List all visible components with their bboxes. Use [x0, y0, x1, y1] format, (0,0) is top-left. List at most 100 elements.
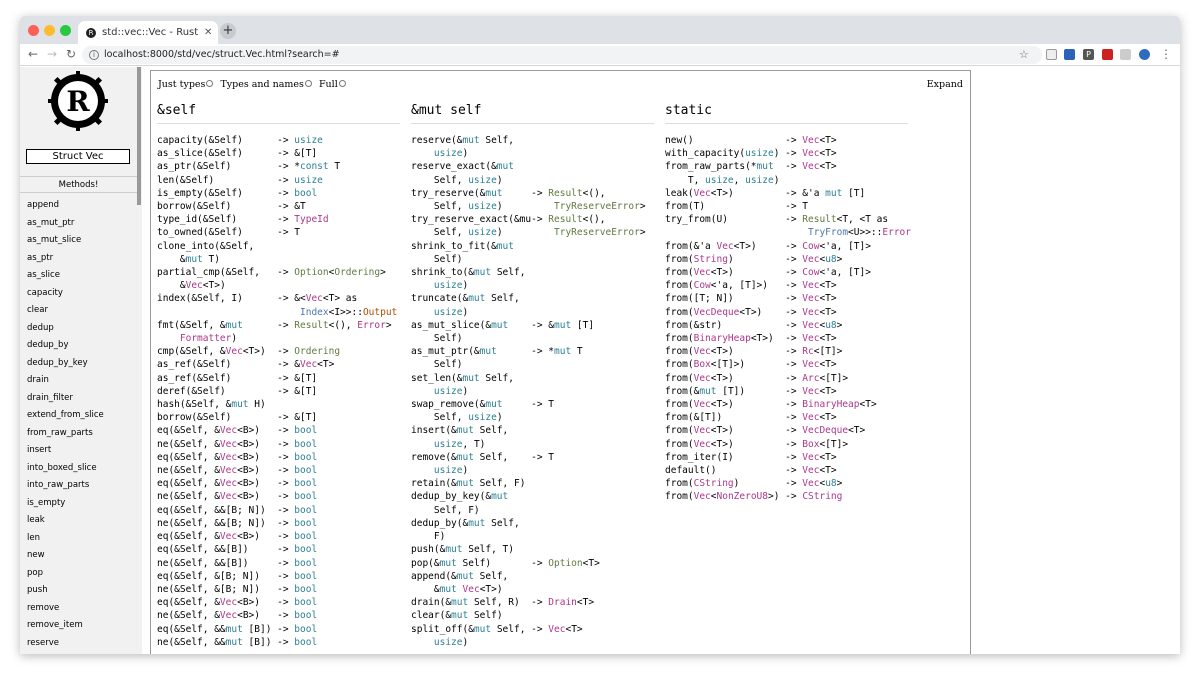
methods-heading[interactable]: Methods!	[20, 176, 137, 193]
sidebar-method-drain-filter[interactable]: drain_filter	[27, 391, 104, 409]
method-signature-row: from(Cow<'a, [T]>) -> Vec<T>	[665, 280, 837, 292]
browser-toolbar: ← → ↻ i localhost:8000/std/vec/struct.Ve…	[20, 44, 1180, 66]
mut-self-method-rows: reserve(&mut Self, usize) reserve_exact(&…	[411, 134, 654, 649]
method-signature-row: from(Vec<T>) -> BinaryHeap<T>	[665, 399, 877, 411]
forward-icon[interactable]: →	[47, 47, 57, 61]
method-signature-row: to_owned(&Self) -> T	[157, 227, 300, 239]
method-signature-row: Self)	[411, 253, 463, 265]
sidebar-method-as-ptr[interactable]: as_ptr	[27, 251, 104, 269]
sidebar-method-into-boxed-slice[interactable]: into_boxed_slice	[27, 461, 104, 479]
method-signature-row: &Vec<T>)	[157, 280, 226, 292]
method-signature-row: from(Vec<T>) -> VecDeque<T>	[665, 425, 866, 437]
ublock-icon[interactable]	[1102, 49, 1113, 60]
method-signature-row: new() -> Vec<T>	[665, 135, 837, 146]
sidebar-method-drain[interactable]: drain	[27, 373, 104, 391]
sidebar-method-reserve[interactable]: reserve	[27, 636, 104, 654]
method-signature-row: from(Box<[T]>) -> Vec<T>	[665, 359, 837, 371]
expand-link[interactable]: Expand	[927, 79, 963, 90]
sidebar-method-new[interactable]: new	[27, 548, 104, 566]
method-signature-row: type_id(&Self) -> TypeId	[157, 214, 329, 226]
filter-full-radio[interactable]	[338, 80, 346, 87]
methods-list: append as_mut_ptr as_mut_slice as_ptr as_sli…	[27, 198, 104, 653]
method-signature-row: is_empty(&Self) -> bool	[157, 187, 318, 199]
new-tab-button[interactable]: +	[220, 23, 236, 39]
method-signature-row: as_ptr(&Self) -> *const T	[157, 161, 341, 173]
address-bar[interactable]: i localhost:8000/std/vec/struct.Vec.html…	[82, 46, 1042, 64]
sidebar-method-remove[interactable]: remove	[27, 601, 104, 619]
sidebar-method-as-mut-slice[interactable]: as_mut_slice	[27, 233, 104, 251]
sidebar-method-remove-item[interactable]: remove_item	[27, 618, 104, 636]
method-signature-row: hash(&Self, &mut H)	[157, 399, 266, 411]
method-signature-row: from(VecDeque<T>) -> Vec<T>	[665, 306, 837, 318]
site-info-icon[interactable]: i	[89, 50, 99, 60]
sidebar-method-dedup[interactable]: dedup	[27, 321, 104, 339]
method-signature-row: ne(&Self, &Vec<B>) -> bool	[157, 610, 318, 622]
method-signature-row: clear(&mut Self)	[411, 610, 503, 622]
sidebar-method-as-mut-ptr[interactable]: as_mut_ptr	[27, 216, 104, 234]
sidebar-method-into-raw-parts[interactable]: into_raw_parts	[27, 478, 104, 496]
method-signature-row: from(&str) -> Vec<u8>	[665, 319, 843, 331]
sidebar-method-len[interactable]: len	[27, 531, 104, 549]
back-icon[interactable]: ←	[28, 47, 38, 61]
method-signature-row: leak(Vec<T>) -> &'a mut [T]	[665, 187, 866, 199]
sidebar-scrollbar[interactable]	[137, 67, 141, 205]
bookmark-star-icon[interactable]: ☆	[1019, 48, 1029, 61]
filter-just-types-radio[interactable]	[206, 80, 214, 87]
method-signature-row: from(&mut [T]) -> Vec<T>	[665, 385, 837, 397]
sidebar-method-as-slice[interactable]: as_slice	[27, 268, 104, 286]
sidebar-method-dedup-by[interactable]: dedup_by	[27, 338, 104, 356]
svg-text:R: R	[66, 85, 90, 118]
sidebar-method-pop[interactable]: pop	[27, 566, 104, 584]
page-extension-icon[interactable]	[1046, 49, 1057, 60]
tab-strip: R std::vec::Vec - Rust ✕ +	[20, 16, 1180, 44]
method-signature-row: as_ref(&Self) -> &[T]	[157, 372, 318, 384]
sidebar-method-insert[interactable]: insert	[27, 443, 104, 461]
mut-self-column-heading: &mut self	[411, 101, 654, 124]
account-extension-icon[interactable]	[1064, 49, 1075, 60]
sidebar-method-extend-from-slice[interactable]: extend_from_slice	[27, 408, 104, 426]
sidebar-method-clear[interactable]: clear	[27, 303, 104, 321]
maximize-window-icon[interactable]	[60, 25, 71, 36]
filter-types-and-names-radio[interactable]	[304, 80, 312, 87]
rust-logo-icon[interactable]: R	[48, 71, 108, 131]
url-text: localhost:8000/std/vec/struct.Vec.html?s…	[104, 49, 340, 60]
sidebar-method-push[interactable]: push	[27, 583, 104, 601]
rust-favicon-icon: R	[86, 27, 96, 38]
method-signature-row: as_mut_ptr(&mut -> *mut T	[411, 346, 583, 358]
browser-tab[interactable]: R std::vec::Vec - Rust ✕	[78, 21, 218, 44]
sidebar-method-is-empty[interactable]: is_empty	[27, 496, 104, 514]
method-signature-row: eq(&Self, &Vec<B>) -> bool	[157, 425, 318, 437]
method-signature-row: deref(&Self) -> &[T]	[157, 385, 318, 397]
method-signature-row: from(&'a Vec<T>) -> Cow<'a, [T]>	[665, 240, 871, 252]
more-menu-icon[interactable]: ⋮	[1160, 47, 1172, 61]
sidebar-method-dedup-by-key[interactable]: dedup_by_key	[27, 356, 104, 374]
minimize-window-icon[interactable]	[44, 25, 55, 36]
method-signature-row: ne(&Self, &Vec<B>) -> bool	[157, 438, 318, 450]
method-signature-row: from(Vec<T>) -> Box<[T]>	[665, 438, 849, 450]
close-tab-icon[interactable]: ✕	[204, 27, 218, 38]
method-signature-row: usize)	[433, 148, 469, 160]
profile-avatar-icon[interactable]	[1139, 49, 1150, 60]
method-signature-row: from(T) -> T	[665, 201, 808, 213]
close-window-icon[interactable]	[28, 25, 39, 36]
method-signature-row: eq(&Self, &[B; N]) -> bool	[157, 570, 318, 582]
sidebar-method-from-raw-parts[interactable]: from_raw_parts	[27, 426, 104, 444]
sidebar-title[interactable]: Struct Vec	[26, 149, 130, 164]
reload-icon[interactable]: ↻	[66, 47, 76, 61]
method-signature-row: as_ref(&Self) -> &Vec<T>	[157, 359, 335, 371]
p-extension-icon[interactable]: P	[1083, 49, 1094, 60]
self-methods-column: &self capacity(&Self) -> usize as_slice(&…	[157, 101, 400, 649]
self-column-heading: &self	[157, 101, 400, 124]
method-signature-row: ne(&Self, &&[B; N]) -> bool	[157, 517, 318, 529]
method-signature-row: ne(&Self, &&mut [B]) -> bool	[157, 636, 318, 648]
method-signature-row: try_reserve_exact(&mu-> Result<(),	[411, 214, 606, 226]
filter-types-and-names-label: Types and names	[220, 79, 304, 90]
method-signature-row: Self, usize) TryReserveError>	[411, 201, 646, 213]
method-signature-row: insert(&mut Self,	[411, 425, 509, 437]
sidebar-method-append[interactable]: append	[27, 198, 104, 216]
puzzle-extensions-icon[interactable]	[1120, 49, 1131, 60]
sidebar-method-capacity[interactable]: capacity	[27, 286, 104, 304]
method-signature-row: swap_remove(&mut -> T	[411, 399, 555, 411]
method-signature-row: from(Vec<NonZeroU8>) -> CString	[665, 491, 843, 503]
sidebar-method-leak[interactable]: leak	[27, 513, 104, 531]
